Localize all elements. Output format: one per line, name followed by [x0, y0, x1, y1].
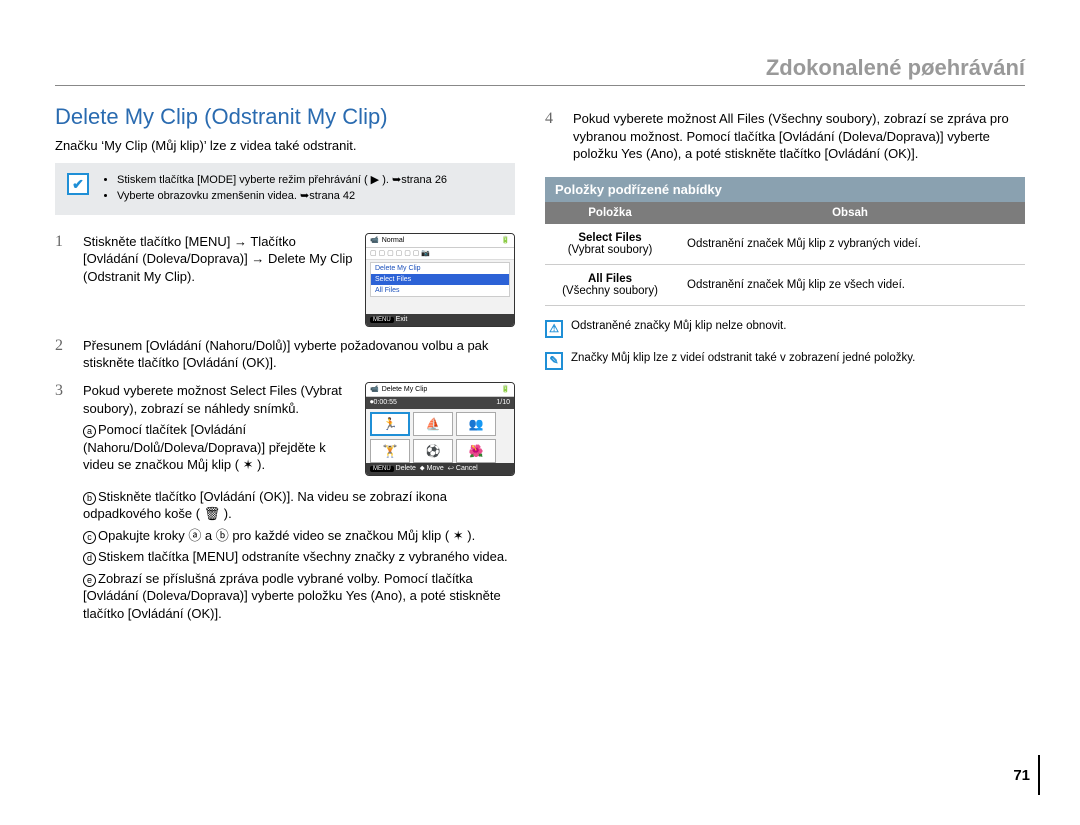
step-number: 4 [545, 110, 563, 163]
options-table: Položka Obsah Select Files(Vybrat soubor… [545, 202, 1025, 306]
warning-note: ⚠ Odstraněné značky Můj klip nelze obnov… [545, 320, 1025, 338]
substep-b: Stiskněte tlačítko [Ovládání (OK)]. Na v… [83, 489, 447, 522]
tip-item-1: Stiskem tlačítka [MODE] vyberte režim př… [117, 173, 447, 189]
substep-e: Zobrazí se příslušná zpráva podle vybran… [83, 571, 501, 621]
step3-text: Pokud vyberete možnost Select Files (Vyb… [83, 382, 355, 417]
tip-box: ✔ Stiskem tlačítka [MODE] vyberte režim … [55, 163, 515, 215]
info-note: ✎ Značky Můj klip lze z videí odstranit … [545, 352, 1025, 370]
section-intro: Značku ‘My Clip (Můj klip)’ lze z videa … [55, 138, 515, 153]
info-text: Značky Můj klip lze z videí odstranit ta… [571, 352, 915, 364]
pencil-icon: ✎ [545, 352, 563, 370]
substep-c: Opakujte kroky ⓐ a ⓑ pro každé video se … [98, 528, 475, 543]
table-row: Select Files(Vybrat soubory) Odstranění … [545, 224, 1025, 265]
menu-screenshot-2: 📹Delete My Clip🔋 ⏺ 0:00:551/10 🏃⛵👥 🏋⚽🌺 M… [365, 382, 515, 476]
table-header-item: Položka [545, 202, 675, 224]
table-row: All Files(Všechny soubory) Odstranění zn… [545, 264, 1025, 305]
step2-text: Přesunem [Ovládání (Nahoru/Dolů)] vybert… [83, 337, 515, 372]
step4-text: Pokud vyberete možnost All Files (Všechn… [573, 110, 1025, 163]
warning-icon: ⚠ [545, 320, 563, 338]
section-title: Delete My Clip (Odstranit My Clip) [55, 104, 515, 130]
header-divider [55, 85, 1025, 86]
page-header-title: Zdokonalené pøehrávání [55, 55, 1025, 81]
tip-item-2: Vyberte obrazovku zmenšenin videa. ➥stra… [117, 189, 447, 205]
substep-d: Stiskem tlačítka [MENU] odstraníte všech… [98, 549, 508, 564]
page-number: 71 [1013, 755, 1040, 795]
step-number: 1 [55, 233, 73, 327]
check-icon: ✔ [67, 173, 89, 195]
table-header-content: Obsah [675, 202, 1025, 224]
menu-screenshot-1: 📹Normal🔋 ▢ ▢ ▢ ▢ ▢ ▢ 📷 Delete My Clip Se… [365, 233, 515, 327]
step-number: 2 [55, 337, 73, 372]
step1-text: Stiskněte tlačítko [MENU] → Tlačítko [Ov… [83, 233, 355, 327]
substep-a: Pomocí tlačítek [Ovládání (Nahoru/Dolů/D… [83, 422, 326, 472]
sub-header: Položky podřízené nabídky [545, 177, 1025, 202]
warning-text: Odstraněné značky Můj klip nelze obnovit… [571, 320, 786, 332]
step-number: 3 [55, 382, 73, 478]
